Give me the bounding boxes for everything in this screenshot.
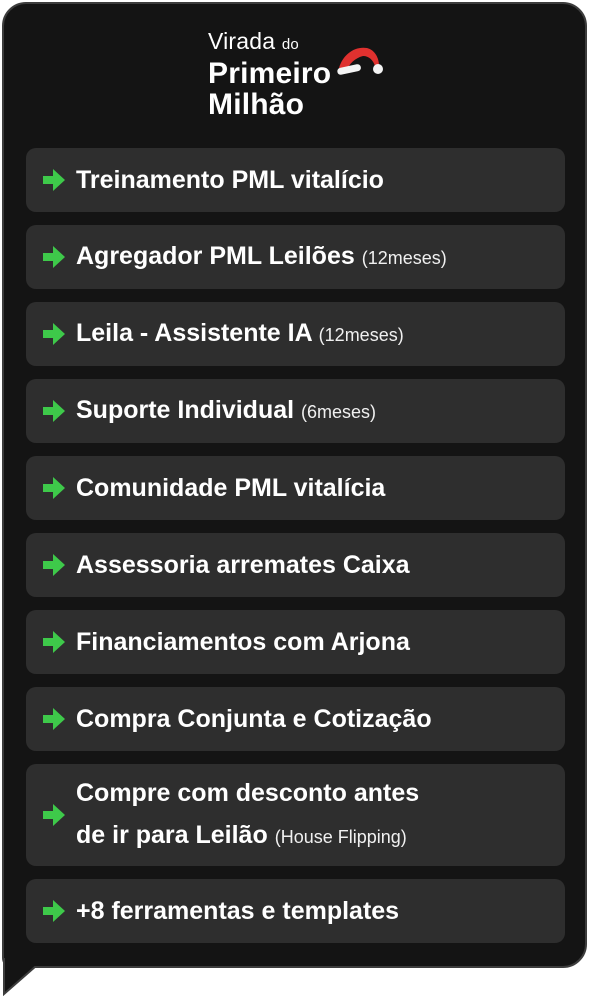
item-label: Treinamento PML vitalício (76, 166, 384, 194)
list-item: Leila - Assistente IA (12meses) (26, 302, 565, 366)
item-label: Assessoria arremates Caixa (76, 551, 410, 579)
arrow-right-icon (43, 804, 65, 826)
logo-virada: Virada (208, 28, 276, 54)
list-item: Suporte Individual (6meses) (26, 379, 565, 443)
item-sub: (6meses) (301, 402, 377, 422)
item-label: Leila - Assistente IA (76, 319, 312, 347)
arrow-right-icon (43, 631, 65, 653)
item-label: Agregador PML Leilões (76, 242, 355, 270)
list-item: Comunidade PML vitalícia (26, 456, 565, 520)
speech-bubble-tail (3, 958, 37, 996)
list-item: +8 ferramentas e templates (26, 879, 565, 943)
list-item: Treinamento PML vitalício (26, 148, 565, 212)
item-label-line2: de ir para Leilão (76, 821, 268, 849)
logo-primeiro: Primeiro (208, 57, 332, 90)
features-list: Treinamento PML vitalício Agregador PML … (26, 148, 565, 956)
item-label: Suporte Individual (76, 396, 295, 424)
santa-hat-icon (337, 47, 383, 75)
arrow-right-icon (43, 169, 65, 191)
item-label: Financiamentos com Arjona (76, 628, 410, 656)
arrow-right-icon (43, 246, 65, 268)
list-item: Compra Conjunta e Cotização (26, 687, 565, 751)
list-item: Financiamentos com Arjona (26, 610, 565, 674)
brand-logo: Virada do Primeiro Milhão (208, 28, 331, 120)
arrow-right-icon (43, 323, 65, 345)
arrow-right-icon (43, 708, 65, 730)
item-sub: (House Flipping) (274, 827, 407, 847)
logo-do: do (281, 36, 299, 53)
list-item: Agregador PML Leilões (12meses) (26, 225, 565, 289)
logo-milhao: Milhão (208, 88, 305, 121)
item-sub: (12meses) (318, 325, 404, 345)
item-label: Compre com desconto antes (76, 779, 420, 807)
arrow-right-icon (43, 554, 65, 576)
item-label: Comunidade PML vitalícia (76, 474, 386, 502)
list-item: Compre com desconto antes de ir para Lei… (26, 764, 565, 866)
item-label: +8 ferramentas e templates (76, 897, 400, 925)
arrow-right-icon (43, 400, 65, 422)
item-label: Compra Conjunta e Cotização (76, 705, 432, 733)
item-sub: (12meses) (361, 248, 447, 268)
arrow-right-icon (43, 900, 65, 922)
list-item: Assessoria arremates Caixa (26, 533, 565, 597)
arrow-right-icon (43, 477, 65, 499)
